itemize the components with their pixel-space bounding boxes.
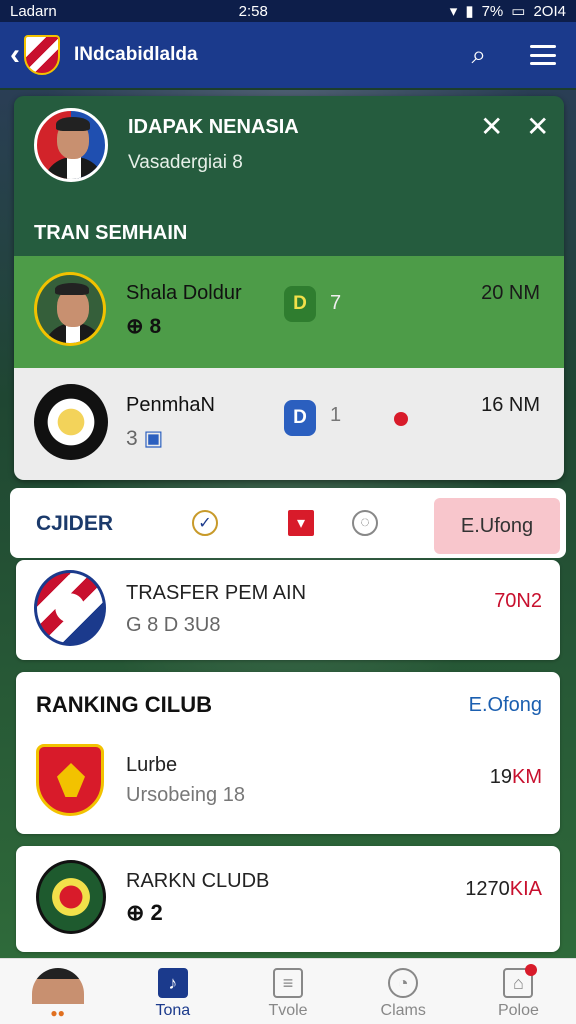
status-dot — [394, 412, 408, 426]
nav-label: Tvole — [268, 1002, 308, 1019]
club-crest — [36, 744, 104, 816]
bell-icon: ⌂ — [503, 964, 538, 998]
player-badge-number: 1 — [330, 404, 342, 426]
battery-icon: ▭ — [511, 3, 526, 20]
status-indicators: ▾ ▮ 7% ▭ 2OI4 — [449, 2, 566, 21]
ranking-title: RANKING CILUB — [36, 692, 212, 717]
player-row[interactable]: Shala Doldur ⊕ 8 D 7 20 NM — [14, 256, 564, 368]
filter-button[interactable]: E.Ufong — [434, 498, 560, 554]
club-value: 19KM — [489, 766, 542, 788]
header-title: INdcabidlalda — [74, 44, 198, 65]
nav-label: Clams — [380, 1002, 426, 1019]
player-stat: ⊕ 8 — [126, 315, 162, 338]
club-stat: ⊕ 2 — [126, 900, 163, 925]
transfer-title: TRASFER PEM AIN — [126, 582, 307, 604]
transfer-subtitle: G 8 D 3U8 — [126, 614, 221, 636]
transfer-value: 70N2 — [494, 590, 542, 612]
club-value: 1270KIA — [465, 878, 542, 900]
nav-tona[interactable]: ♪ Tona — [115, 959, 230, 1024]
profile-header: IDAPAK NENASIA Vasadergiai 8 ✕ ✕ TRAN SE… — [14, 96, 564, 256]
player-stat: 3 ▣ — [126, 427, 164, 450]
ball-icon[interactable]: ◌ — [352, 510, 378, 536]
section-title: TRAN SEMHAIN — [34, 222, 188, 244]
carrier-label: Ladarn — [10, 2, 57, 20]
club-subtitle: Ursobeing 18 — [126, 784, 245, 806]
document-icon: ≡ — [273, 968, 303, 998]
status-right-text: 2OI4 — [533, 2, 566, 20]
club-crest — [34, 384, 108, 460]
club-name: RARKN CLUDB — [126, 870, 270, 892]
filter-bar: CJIDER ✓ ▾ ◌ E.Ufong — [10, 488, 566, 558]
club-crest — [36, 860, 106, 934]
club-crest — [34, 570, 106, 646]
club-name[interactable]: Lurbe — [126, 754, 177, 777]
nav-label: Tona — [155, 1002, 191, 1019]
club-logo — [24, 35, 60, 75]
clock-icon: ◔ — [388, 968, 419, 998]
nav-poloe[interactable]: ⌂ Poloe — [461, 959, 576, 1024]
status-bar: Ladarn 2:58 ▾ ▮ 7% ▭ 2OI4 — [0, 0, 576, 22]
flag-icon[interactable]: ▾ — [288, 510, 314, 536]
clock-time: 2:58 — [238, 2, 268, 20]
avatar — [31, 968, 84, 1004]
transfer-card[interactable]: TRASFER PEM AIN G 8 D 3U8 70N2 — [16, 560, 560, 660]
nav-tvole[interactable]: ≡ Tvole — [230, 959, 345, 1024]
player-row[interactable]: PenmhaN 3 ▣ D 1 16 NM — [14, 368, 564, 480]
nav-clams[interactable]: ◔ Clams — [346, 959, 461, 1024]
player-avatar — [34, 272, 106, 346]
ranking-link[interactable]: E.Ofong — [469, 694, 542, 717]
player-badge: D — [284, 286, 316, 322]
battery-percent: 7% — [481, 2, 504, 20]
bottom-nav: ●● ♪ Tona ≡ Tvole ◔ Clams ⌂ Poloe — [0, 958, 576, 1024]
player-value: 20 NM — [481, 282, 540, 304]
nav-label: Poloe — [497, 1002, 539, 1019]
player-name: Shala Doldur — [126, 282, 242, 304]
dismiss-icon[interactable]: ✕ — [526, 110, 549, 143]
player-value: 16 NM — [481, 394, 540, 416]
ranking-card[interactable]: RARKN CLUDB ⊕ 2 1270KIA — [16, 846, 560, 952]
home-icon: ♪ — [157, 968, 188, 998]
shield-icon[interactable]: ✓ — [192, 510, 218, 536]
signal-icon: ▮ — [465, 3, 474, 20]
menu-icon[interactable] — [530, 45, 556, 65]
profile-subtitle: Vasadergiai 8 — [128, 152, 243, 173]
player-badge: D — [284, 400, 316, 436]
filter-title: CJIDER — [36, 512, 114, 535]
ranking-card: RANKING CILUB E.Ofong Lurbe Ursobeing 18… — [16, 672, 560, 834]
search-icon[interactable]: ⌕ — [471, 39, 486, 71]
profile-name: IDAPAK NENASIA — [128, 116, 299, 138]
app-header: ‹ INdcabidlalda ⌕ — [0, 22, 576, 88]
dots-icon: ●● — [50, 1006, 65, 1020]
wifi-icon: ▾ — [449, 3, 458, 20]
close-icon[interactable]: ✕ — [480, 110, 503, 143]
profile-card: IDAPAK NENASIA Vasadergiai 8 ✕ ✕ TRAN SE… — [14, 96, 564, 480]
player-name: PenmhaN — [126, 394, 215, 416]
back-icon[interactable]: ‹ — [10, 38, 20, 72]
player-badge-number: 7 — [330, 292, 342, 314]
profile-avatar — [34, 108, 108, 182]
nav-profile[interactable]: ●● — [0, 959, 115, 1024]
